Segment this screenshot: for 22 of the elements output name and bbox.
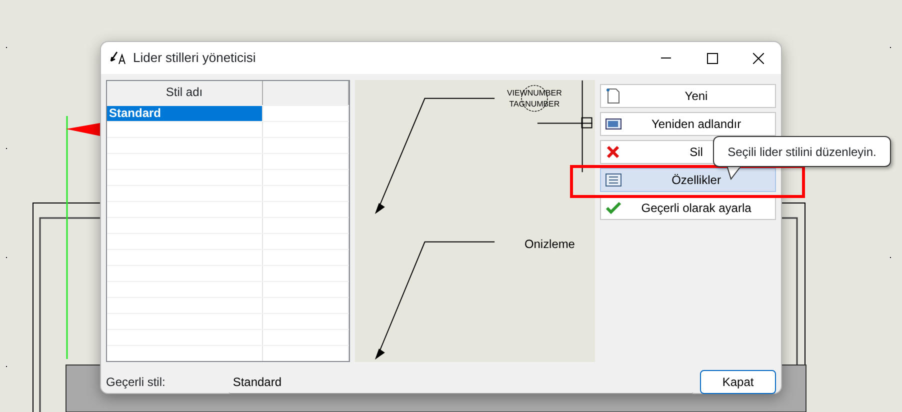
tooltip: Seçili lider stilini düzenleyin. <box>713 136 891 167</box>
table-cell[interactable]: Standard <box>107 105 262 121</box>
action-button[interactable]: Yeni <box>600 84 776 108</box>
maximize-icon <box>706 52 718 64</box>
properties-icon <box>604 172 622 188</box>
preview-tag-label: VIEWNUMBER <box>507 88 562 98</box>
close-icon <box>752 52 764 64</box>
preview-tag-label: TAGNUMBER <box>510 99 560 108</box>
preview-label: Onizleme <box>524 236 576 251</box>
checkmark-icon <box>604 200 622 216</box>
window-title: Lider stilleri yöneticisi <box>133 49 257 68</box>
column-header[interactable]: Stil adı <box>107 81 262 105</box>
arrowhead-icon <box>66 123 100 136</box>
new-document-icon <box>604 88 622 104</box>
rename-icon <box>604 116 622 132</box>
close-dialog-button[interactable]: Kapat <box>700 370 776 394</box>
current-style-label: Geçerli stil: <box>106 374 166 391</box>
action-button[interactable]: Yeniden adlandır <box>600 112 776 136</box>
leader-style-icon <box>109 50 127 66</box>
action-button[interactable]: Geçerli olarak ayarla <box>600 196 776 220</box>
action-button[interactable]: Özellikler <box>600 168 776 192</box>
delete-icon <box>604 144 622 160</box>
